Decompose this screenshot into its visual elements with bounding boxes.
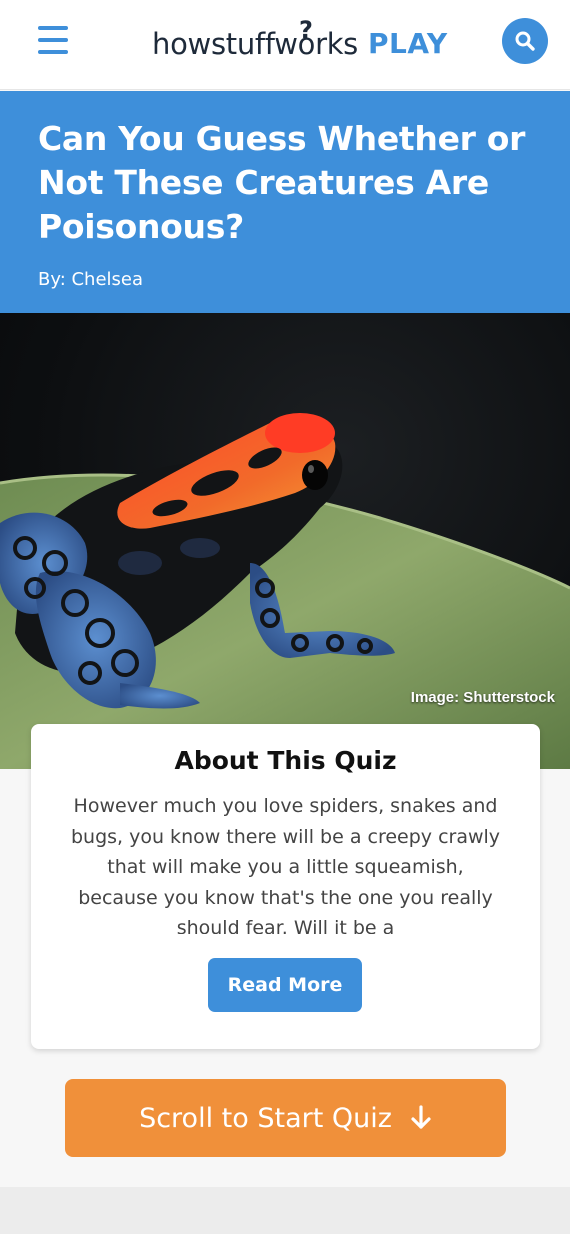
footer-band — [0, 1187, 570, 1234]
about-quiz-card: About This Quiz However much you love sp… — [31, 724, 540, 1049]
menu-line — [38, 26, 68, 30]
scroll-to-start-button[interactable]: Scroll to Start Quiz — [65, 1079, 506, 1157]
top-nav-bar: howstuffworks ? PLAY — [0, 0, 570, 90]
about-heading: About This Quiz — [174, 746, 397, 775]
search-button[interactable] — [502, 18, 548, 64]
menu-line — [38, 38, 68, 42]
menu-line — [38, 50, 68, 54]
about-description: However much you love spiders, snakes an… — [70, 795, 501, 934]
search-icon — [515, 31, 535, 51]
site-logo[interactable]: howstuffworks ? PLAY — [152, 16, 448, 64]
image-credit: Image: Shutterstock — [410, 689, 555, 706]
article-title: Can You Guess Whether or Not These Creat… — [38, 119, 526, 246]
article-header: Can You Guess Whether or Not These Creat… — [0, 91, 570, 313]
arrow-down-icon — [410, 1105, 432, 1131]
article-author: By: Chelsea — [38, 269, 144, 290]
logo-play: PLAY — [368, 27, 448, 60]
hamburger-menu-icon[interactable] — [38, 24, 70, 56]
hero-image: Image: Shutterstock — [0, 313, 570, 769]
read-more-button[interactable]: Read More — [208, 958, 362, 1012]
logo-wordmark: howstuffworks ? — [152, 16, 358, 64]
logo-question-mark: ? — [299, 16, 313, 44]
scroll-button-label: Scroll to Start Quiz — [139, 1102, 392, 1134]
